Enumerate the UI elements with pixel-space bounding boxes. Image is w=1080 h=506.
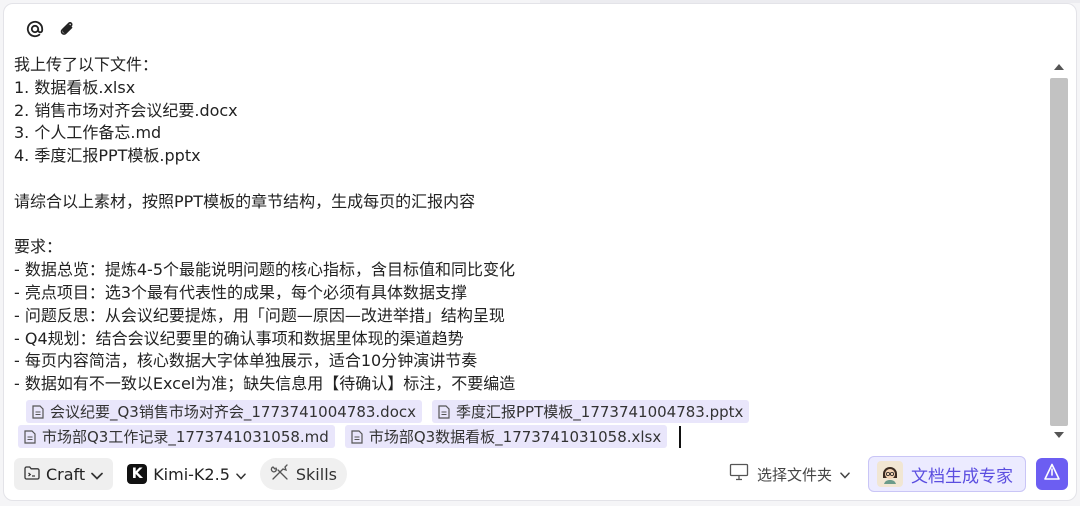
prompt-line: 要求： <box>14 237 63 257</box>
prompt-line: 我上传了以下文件： <box>14 55 159 74</box>
attachment-list: 会议纪要_Q3销售市场对齐会_1773741004783.docx 季度汇报PP… <box>14 400 1034 450</box>
scroll-up-arrow-icon[interactable] <box>1052 60 1066 74</box>
prompt-line <box>14 168 1042 191</box>
document-icon <box>24 429 36 444</box>
send-button[interactable] <box>1036 458 1068 490</box>
select-folder-label: 选择文件夹 <box>756 465 832 484</box>
prompt-line: 3. 个人工作备忘.md <box>14 123 162 143</box>
send-icon <box>1043 463 1061 485</box>
chevron-down-icon <box>236 465 246 484</box>
monitor-icon <box>729 463 749 485</box>
prompt-line: - 亮点项目：选3个最有代表性的成果，每个必须有具体数据支撑 <box>14 282 468 302</box>
document-expert-button[interactable]: 文档生成专家 <box>868 456 1026 492</box>
prompt-line: - 数据总览：提炼4-5个最能说明问题的核心指标，含目标值和同比变化 <box>14 260 515 280</box>
at-icon[interactable] <box>24 18 46 40</box>
paperclip-icon[interactable] <box>56 18 78 40</box>
prompt-line: - 数据如有不一致以Excel为准；缺失信息用【待确认】标注，不要编造 <box>14 374 516 394</box>
prompt-line <box>14 214 1042 237</box>
prompt-textarea[interactable]: 我上传了以下文件： 1. 数据看板.xlsx 2. 销售市场对齐会议纪要.doc… <box>12 54 1042 450</box>
attachment-row: 会议纪要_Q3销售市场对齐会_1773741004783.docx 季度汇报PP… <box>14 400 1034 424</box>
skills-tools-icon <box>270 463 290 485</box>
attachment-filename: 季度汇报PPT模板_1773741004783.pptx <box>456 403 744 421</box>
prompt-line: 2. 销售市场对齐会议纪要.docx <box>14 100 238 120</box>
editor-scrollbar[interactable] <box>1048 54 1070 448</box>
skills-label: Skills <box>295 464 337 484</box>
prompt-line: - Q4规划：结合会议纪要里的确认事项和数据里体现的渠道趋势 <box>14 328 464 348</box>
document-icon <box>438 404 450 419</box>
chevron-down-icon <box>840 465 850 483</box>
text-cursor <box>679 426 681 448</box>
craft-mode-icon <box>24 465 40 484</box>
scrollbar-thumb[interactable] <box>1050 78 1068 426</box>
attachment-filename: 会议纪要_Q3销售市场对齐会_1773741004783.docx <box>50 403 417 421</box>
model-label: Kimi-K2.5 <box>153 464 230 484</box>
attachment-chip[interactable]: 会议纪要_Q3销售市场对齐会_1773741004783.docx <box>26 400 423 423</box>
toolbar-right: 选择文件夹 文档生成专家 <box>729 456 1068 492</box>
mode-label: Craft <box>46 464 86 484</box>
attachment-chip[interactable]: 市场部Q3数据看板_1773741031058.xlsx <box>344 425 668 448</box>
attachment-chip[interactable]: 季度汇报PPT模板_1773741004783.pptx <box>432 400 750 423</box>
mode-selector-button[interactable]: Craft <box>14 458 114 490</box>
expert-label: 文档生成专家 <box>911 466 1013 487</box>
chevron-down-icon <box>91 465 104 484</box>
composer-top-actions <box>24 16 78 42</box>
prompt-line: 1. 数据看板.xlsx <box>14 77 136 97</box>
attachment-filename: 市场部Q3工作记录_1773741031058.md <box>42 428 329 446</box>
model-selector[interactable]: K Kimi-K2.5 <box>125 458 248 490</box>
document-icon <box>351 429 363 444</box>
attachment-filename: 市场部Q3数据看板_1773741031058.xlsx <box>368 428 662 446</box>
document-icon <box>32 404 44 419</box>
composer-toolbar: Craft K Kimi-K2.5 Skills 选择文件夹 文档生成专家 <box>14 456 1068 492</box>
composer-panel: 我上传了以下文件： 1. 数据看板.xlsx 2. 销售市场对齐会议纪要.doc… <box>3 3 1077 501</box>
scroll-down-arrow-icon[interactable] <box>1052 428 1066 442</box>
attachment-row: 市场部Q3工作记录_1773741031058.md 市场部Q3数据看板_177… <box>14 425 1034 449</box>
prompt-line: - 每页内容简洁，核心数据大字体单独展示，适合10分钟演讲节奏 <box>14 351 478 371</box>
select-folder-button[interactable]: 选择文件夹 <box>729 463 850 485</box>
prompt-line: 4. 季度汇报PPT模板.pptx <box>14 146 201 166</box>
toolbar-left: Craft K Kimi-K2.5 Skills <box>14 456 347 492</box>
attachment-chip[interactable]: 市场部Q3工作记录_1773741031058.md <box>18 425 335 448</box>
kimi-logo-icon: K <box>127 464 148 484</box>
prompt-line: 请综合以上素材，按照PPT模板的章节结构，生成每页的汇报内容 <box>14 191 476 211</box>
prompt-line: - 问题反思：从会议纪要提炼，用「问题—原因—改进举措」结构呈现 <box>14 305 505 325</box>
expert-avatar <box>877 461 903 487</box>
skills-button[interactable]: Skills <box>259 458 347 490</box>
